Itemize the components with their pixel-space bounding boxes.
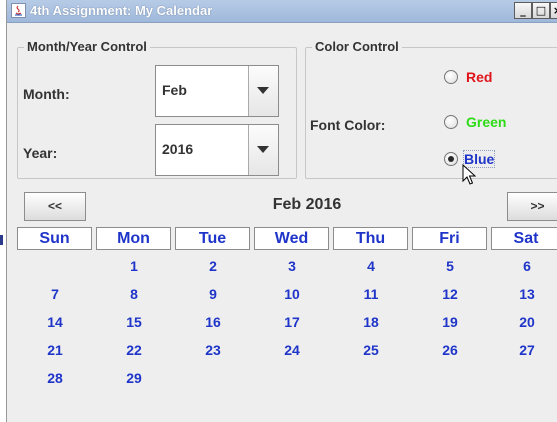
- date-cell[interactable]: 8: [114, 286, 154, 302]
- close-button[interactable]: ×: [550, 2, 557, 19]
- year-select[interactable]: 2016: [155, 124, 279, 176]
- date-cell[interactable]: 9: [193, 286, 233, 302]
- maximize-button[interactable]: □: [532, 2, 550, 19]
- date-cell[interactable]: 2: [193, 258, 233, 274]
- date-cell[interactable]: 27: [507, 342, 547, 358]
- date-cell[interactable]: 14: [35, 314, 75, 330]
- date-cell[interactable]: 18: [351, 314, 391, 330]
- year-label: Year:: [23, 145, 58, 161]
- month-select-value: Feb: [162, 82, 187, 98]
- previous-month-button[interactable]: <<: [24, 192, 86, 221]
- window-edge-marker: [0, 235, 3, 245]
- day-header-mon: Mon: [96, 227, 171, 250]
- red-radio-label[interactable]: Red: [466, 69, 492, 85]
- date-cell[interactable]: 6: [507, 258, 547, 274]
- year-select-value: 2016: [162, 141, 194, 157]
- date-cell[interactable]: 26: [430, 342, 470, 358]
- date-cell[interactable]: 24: [272, 342, 312, 358]
- date-cell[interactable]: 16: [193, 314, 233, 330]
- chevron-down-icon: [257, 87, 269, 94]
- day-header-fri: Fri: [412, 227, 487, 250]
- blue-radio[interactable]: [444, 152, 458, 166]
- date-cell[interactable]: 13: [507, 286, 547, 302]
- date-cell[interactable]: 7: [35, 286, 75, 302]
- date-cell[interactable]: 5: [430, 258, 470, 274]
- red-radio[interactable]: [444, 70, 458, 84]
- chevron-down-icon: [257, 146, 269, 153]
- month-year-control-title: Month/Year Control: [24, 39, 150, 54]
- month-select[interactable]: Feb: [155, 65, 279, 117]
- year-dropdown-button[interactable]: [248, 125, 278, 175]
- date-cell[interactable]: 3: [272, 258, 312, 274]
- date-cell[interactable]: 17: [272, 314, 312, 330]
- next-month-button[interactable]: >>: [507, 192, 557, 221]
- day-header-sun: Sun: [17, 227, 92, 250]
- date-cell[interactable]: 22: [114, 342, 154, 358]
- date-cell[interactable]: 28: [35, 370, 75, 386]
- minimize-button[interactable]: _: [514, 2, 532, 19]
- date-cell[interactable]: 23: [193, 342, 233, 358]
- java-app-icon: [11, 3, 26, 18]
- date-cell[interactable]: 12: [430, 286, 470, 302]
- date-cell[interactable]: 29: [114, 370, 154, 386]
- month-dropdown-button[interactable]: [248, 66, 278, 116]
- color-control-title: Color Control: [312, 39, 402, 54]
- date-cell[interactable]: 15: [114, 314, 154, 330]
- color-control-group: Color Control: [305, 39, 557, 179]
- font-color-label: Font Color:: [310, 117, 386, 133]
- date-cell[interactable]: 25: [351, 342, 391, 358]
- day-header-sat: Sat: [491, 227, 557, 250]
- green-radio-label[interactable]: Green: [466, 114, 506, 130]
- green-radio[interactable]: [444, 115, 458, 129]
- date-cell[interactable]: 19: [430, 314, 470, 330]
- date-cell[interactable]: 21: [35, 342, 75, 358]
- day-header-thu: Thu: [333, 227, 408, 250]
- window-title: 4th Assignment: My Calendar: [30, 3, 213, 18]
- date-cell[interactable]: 10: [272, 286, 312, 302]
- mouse-pointer-icon: [462, 164, 476, 185]
- day-header-tue: Tue: [175, 227, 250, 250]
- month-label: Month:: [23, 86, 70, 102]
- day-header-wed: Wed: [254, 227, 329, 250]
- date-cell[interactable]: 11: [351, 286, 391, 302]
- date-cell[interactable]: 4: [351, 258, 391, 274]
- current-month-title: Feb 2016: [272, 196, 342, 213]
- title-bar[interactable]: 4th Assignment: My Calendar _ □ ×: [7, 0, 557, 23]
- date-cell[interactable]: 1: [114, 258, 154, 274]
- date-cell[interactable]: 20: [507, 314, 547, 330]
- calendar-window: 4th Assignment: My Calendar _ □ × Month/…: [6, 0, 557, 422]
